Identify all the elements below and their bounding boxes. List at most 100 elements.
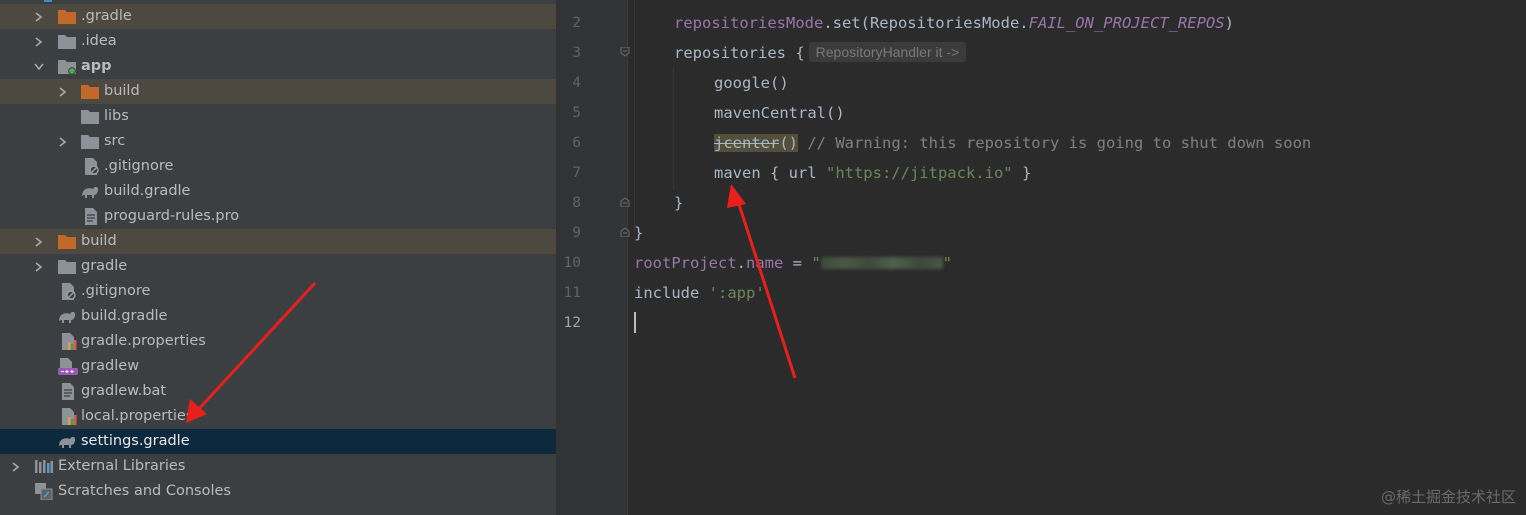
indent-guide	[673, 68, 674, 190]
line-number: 2	[572, 15, 581, 31]
tree-item-label: gradlew	[81, 358, 140, 374]
chevron-right-icon[interactable]	[56, 79, 70, 104]
code-line-6: jcenter() // Warning: this repository is…	[714, 128, 1311, 158]
code-token: rootProject	[634, 254, 737, 272]
tree-item-label: settings.gradle	[81, 433, 190, 449]
gradle-icon	[57, 308, 76, 325]
libraries-icon	[35, 458, 53, 475]
text-file-icon	[83, 208, 101, 225]
chevron-right-icon[interactable]	[32, 4, 46, 29]
chevron-right-icon[interactable]	[9, 454, 23, 479]
tree-item-label: gradlew.bat	[81, 383, 167, 399]
folder-icon	[81, 133, 99, 150]
code-token: include	[634, 284, 709, 302]
tree-item-label: build	[81, 233, 117, 249]
folder-icon	[81, 108, 99, 125]
tree-item-label: .idea	[81, 33, 117, 49]
tree-item-label: .gradle	[81, 8, 132, 24]
inlay-hint: RepositoryHandler it ->	[808, 42, 967, 62]
tree-item-gradle-folder[interactable]: gradle	[0, 254, 556, 279]
tree-item-label: proguard-rules.pro	[104, 208, 240, 224]
code-line-11: include ':app'	[634, 278, 765, 308]
tree-item-label: local.properties	[81, 408, 194, 424]
string-token: "	[942, 254, 953, 272]
code-token: }	[1012, 164, 1032, 182]
tree-item-label: gradle.properties	[81, 333, 206, 349]
folder-orange-icon	[58, 233, 76, 250]
code-token: .	[736, 254, 746, 272]
tree-item-app-build[interactable]: build	[0, 79, 556, 104]
code-token: maven { url	[714, 164, 826, 182]
code-token: repositoriesMode	[674, 14, 824, 32]
redacted-project-name	[820, 257, 943, 269]
line-number-current: 12	[563, 315, 581, 331]
tree-item-label: build	[104, 83, 140, 99]
tree-item-label: build.gradle	[81, 308, 168, 324]
line-number: 6	[572, 135, 581, 151]
gradle-icon	[57, 433, 76, 450]
chevron-down-icon[interactable]	[32, 54, 46, 79]
tree-item-external-libraries[interactable]: External Libraries	[0, 454, 556, 479]
tree-item-label: .gitignore	[104, 158, 174, 174]
tree-item-libs[interactable]: libs	[0, 104, 556, 129]
folder-orange-icon	[81, 83, 99, 100]
tree-item-build[interactable]: build	[0, 229, 556, 254]
tree-item-label: gradle	[81, 258, 128, 274]
tree-item-src[interactable]: src	[0, 129, 556, 154]
tree-item-gradle-dir[interactable]: .gradle	[0, 4, 556, 29]
code-token: name	[746, 254, 784, 272]
folder-icon	[58, 33, 76, 50]
tree-item-proguard-rules[interactable]: proguard-rules.pro	[0, 204, 556, 229]
fold-end-icon[interactable]	[620, 227, 630, 237]
text-caret	[634, 312, 636, 333]
text-file-icon	[60, 383, 78, 400]
line-number: 9	[572, 225, 581, 241]
tree-item-gradle-properties[interactable]: gradle.properties	[0, 329, 556, 354]
code-token: )	[1224, 14, 1234, 32]
tree-item-idea[interactable]: .idea	[0, 29, 556, 54]
tree-item-build-gradle[interactable]: build.gradle	[0, 304, 556, 329]
code-line-9: }	[634, 224, 644, 242]
chevron-right-icon[interactable]	[32, 229, 46, 254]
code-token: .set(RepositoriesMode.	[823, 14, 1029, 32]
tree-item-gitignore[interactable]: .gitignore	[0, 279, 556, 304]
tree-item-app-gitignore[interactable]: .gitignore	[0, 154, 556, 179]
tree-item-settings-gradle[interactable]: settings.gradle	[0, 429, 556, 454]
code-line-3: repositories {RepositoryHandler it ->	[674, 38, 967, 68]
properties-file-icon	[60, 408, 78, 425]
fold-end-icon[interactable]	[620, 197, 630, 207]
tree-item-app-module[interactable]: app	[0, 54, 556, 79]
indent-guide	[634, 0, 635, 232]
tree-item-label: .gitignore	[81, 283, 151, 299]
ignore-file-icon	[83, 158, 101, 175]
tree-item-label: src	[104, 133, 126, 149]
deprecated-token: jcenter	[714, 134, 780, 152]
code-line-7: maven { url "https://jitpack.io" }	[714, 158, 1031, 188]
chevron-right-icon[interactable]	[32, 254, 46, 279]
chevron-right-icon[interactable]	[32, 29, 46, 54]
tree-item-label: app	[81, 58, 112, 74]
watermark: @稀土掘金技术社区	[1380, 488, 1516, 506]
line-number: 11	[563, 285, 581, 301]
line-number: 7	[572, 165, 581, 181]
code-token: repositories {	[674, 44, 805, 62]
tree-item-label: External Libraries	[58, 458, 186, 474]
tree-item-gradlew-bat[interactable]: gradlew.bat	[0, 379, 556, 404]
code-comment: // Warning: this repository is going to …	[798, 134, 1312, 152]
line-number: 8	[572, 195, 581, 211]
tree-item-local-properties[interactable]: local.properties	[0, 404, 556, 429]
project-tree-panel: .gradle .idea app build libs src .gitign…	[0, 0, 557, 515]
chevron-right-icon[interactable]	[56, 129, 70, 154]
code-line-2: repositoriesMode.set(RepositoriesMode.FA…	[674, 8, 1234, 38]
tree-item-label: build.gradle	[104, 183, 191, 199]
tree-item-scratches[interactable]: Scratches and Consoles	[0, 479, 556, 504]
code-line-4: google()	[714, 74, 789, 92]
line-number: 5	[572, 105, 581, 121]
tree-item-label: Scratches and Consoles	[58, 483, 231, 499]
tree-item-app-build-gradle[interactable]: build.gradle	[0, 179, 556, 204]
line-number: 3	[572, 45, 581, 61]
tree-item-gradlew[interactable]: gradlew	[0, 354, 556, 379]
fold-open-icon[interactable]	[620, 47, 630, 57]
code-token: FAIL_ON_PROJECT_REPOS	[1028, 14, 1225, 32]
shell-script-icon	[58, 358, 78, 375]
